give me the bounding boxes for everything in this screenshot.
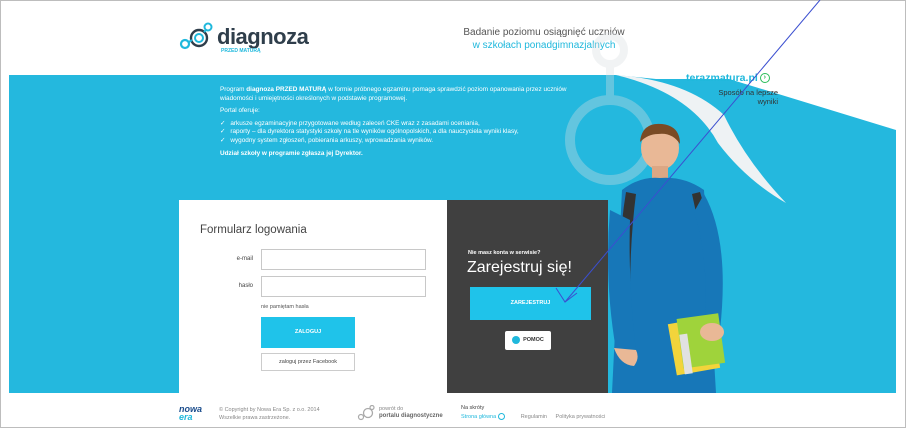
register-panel: Nie masz konta w serwisie? Zarejestruj s… (447, 200, 608, 393)
home-link[interactable]: Strona główna (461, 413, 512, 421)
offers-title: Portal oferuje: (220, 107, 260, 115)
terms-link[interactable]: Regulamin (521, 414, 547, 420)
login-form: Formularz logowania e-mail hasło nie pam… (179, 200, 447, 393)
back-to-portal-link[interactable]: powrót do portalu diagnostyczne (357, 405, 443, 421)
home-link-label: Strona główna (461, 414, 497, 420)
logo-text: diagnoza (217, 24, 309, 49)
offer-item: wygodny system zgłoszeń, pobierania arku… (220, 137, 600, 146)
hero-band-left (9, 200, 179, 393)
copyright-line2: Wszelkie prawa zastrzeżone. (219, 415, 291, 421)
terazmatura-link[interactable]: terazmatura.pl › (686, 72, 770, 84)
register-headline: Zarejestruj się! (467, 259, 572, 276)
forgot-password-link[interactable]: nie pamiętam hasła (261, 304, 309, 310)
intro-paragraph: Program diagnoza PRZED MATURĄ w formie p… (220, 86, 600, 103)
copyright: © Copyright by Nowa Era Sp. z o.o. 2014 … (219, 406, 320, 422)
portal-line2: portalu diagnostyczne (379, 413, 443, 419)
site-logo[interactable]: diagnoza PRZED MATURĄ (179, 22, 309, 54)
intro-closing: Udział szkoły w programie zgłasza jej Dy… (220, 149, 363, 157)
lifebuoy-icon (512, 335, 521, 344)
offers-list: arkusze egzaminacyjne przygotowane wedłu… (220, 120, 600, 146)
facebook-login-button[interactable]: zaloguj przez Facebook (261, 353, 355, 371)
copyright-line1: © Copyright by Nowa Era Sp. z o.o. 2014 (219, 407, 320, 413)
program-description: Program diagnoza PRZED MATURĄ w formie p… (220, 86, 600, 162)
nowa-era-line2: era (179, 412, 193, 422)
arrow-right-icon: › (759, 73, 770, 84)
portal-line1: powrót do (379, 406, 404, 412)
arrow-circle-icon (498, 413, 506, 421)
shortcuts: Na skróty Strona główna Regulamin Polity… (461, 404, 612, 422)
login-button[interactable]: ZALOGUJ (261, 317, 355, 348)
portal-molecule-icon (357, 405, 375, 421)
password-field[interactable] (261, 276, 426, 297)
shortcuts-title: Na skróty (461, 405, 485, 411)
logo-molecule-icon (179, 22, 213, 50)
login-form-title: Formularz logowania (200, 224, 307, 236)
privacy-policy-link[interactable]: Polityka prywatności (556, 414, 606, 420)
shortcuts-links: Strona główna Regulamin Polityka prywatn… (461, 413, 612, 422)
intro-prefix: Program (220, 86, 247, 93)
nowa-era-logo[interactable]: nowa era (179, 405, 202, 422)
student-illustration (608, 123, 726, 393)
register-button[interactable]: ZAREJESTRUJ (470, 287, 591, 320)
terazmatura-brand: terazmatura.pl (686, 72, 758, 84)
password-label: hasło (238, 283, 253, 289)
logo-subtitle: PRZED MATURĄ (221, 48, 261, 54)
intro-program-name: diagnoza PRZED MATURĄ (246, 86, 327, 93)
email-label: e-mail (236, 256, 253, 262)
help-button[interactable]: POMOC (505, 331, 551, 350)
help-label: POMOC (523, 337, 544, 343)
offer-item: raporty – dla dyrektora statystyki szkoł… (220, 128, 600, 137)
terazmatura-subtitle: Sposób na lepsze wyniki (718, 88, 778, 106)
page-footer: nowa era © Copyright by Nowa Era Sp. z o.… (179, 403, 639, 427)
register-question: Nie masz konta w serwisie? (468, 250, 541, 256)
portal-text: powrót do portalu diagnostyczne (379, 406, 443, 420)
offer-item: arkusze egzaminacyjne przygotowane wedłu… (220, 120, 600, 129)
email-field[interactable] (261, 249, 426, 270)
